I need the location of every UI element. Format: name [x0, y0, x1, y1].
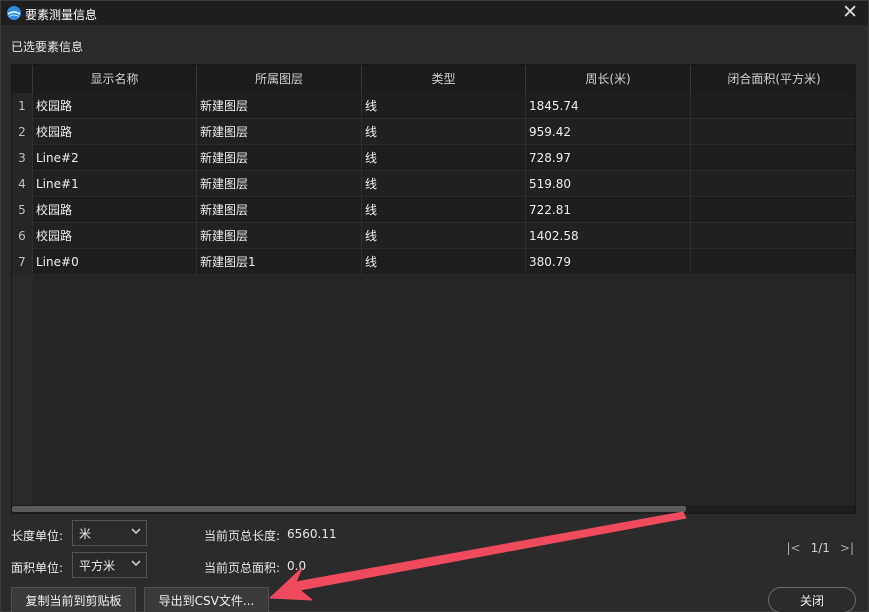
- chevron-down-icon: [131, 528, 141, 534]
- first-page-icon[interactable]: |<: [786, 541, 800, 555]
- last-page-icon[interactable]: >|: [840, 541, 854, 555]
- copy-to-clipboard-button[interactable]: 复制当前到剪贴板: [11, 587, 136, 612]
- cell-type[interactable]: 线: [362, 223, 526, 249]
- cell-perimeter[interactable]: 519.80: [526, 171, 691, 197]
- cell-perimeter[interactable]: 728.97: [526, 145, 691, 171]
- cell-name[interactable]: 校园路: [33, 93, 197, 119]
- cell-perimeter[interactable]: 1845.74: [526, 93, 691, 119]
- area-unit-select[interactable]: 平方米: [72, 552, 147, 578]
- table-body: 1 校园路 新建图层 线 1845.74 2 校园路 新建图层 线 959.42…: [12, 93, 855, 275]
- table-row[interactable]: 2 校园路 新建图层 线 959.42: [12, 119, 855, 145]
- cell-area[interactable]: [691, 171, 855, 197]
- total-area-value: 0.0: [287, 559, 307, 573]
- length-unit-select[interactable]: 米: [72, 520, 147, 546]
- total-length-value: 6560.11: [287, 527, 337, 541]
- table-row[interactable]: 1 校园路 新建图层 线 1845.74: [12, 93, 855, 119]
- row-number: 4: [12, 171, 33, 197]
- row-number: 3: [12, 145, 33, 171]
- measurement-dialog: 要素测量信息 ✕ 已选要素信息 显示名称 所属图层 类型 周长(米) 闭合面积(…: [0, 0, 869, 612]
- table-row[interactable]: 3 Line#2 新建图层 线 728.97: [12, 145, 855, 171]
- cell-type[interactable]: 线: [362, 249, 526, 275]
- table-row[interactable]: 6 校园路 新建图层 线 1402.58: [12, 223, 855, 249]
- column-header-layer[interactable]: 所属图层: [197, 65, 362, 93]
- features-table: 显示名称 所属图层 类型 周长(米) 闭合面积(平方米) 1 校园路 新建图层 …: [11, 64, 856, 514]
- cell-layer[interactable]: 新建图层: [197, 93, 362, 119]
- cell-name[interactable]: 校园路: [33, 223, 197, 249]
- cell-type[interactable]: 线: [362, 93, 526, 119]
- cell-perimeter[interactable]: 380.79: [526, 249, 691, 275]
- chevron-down-icon: [131, 560, 141, 566]
- close-icon[interactable]: ✕: [842, 2, 858, 22]
- total-area-label: 当前页总面积:: [204, 561, 281, 575]
- table-header: 显示名称 所属图层 类型 周长(米) 闭合面积(平方米): [12, 65, 855, 93]
- section-label: 已选要素信息: [11, 40, 84, 54]
- cell-layer[interactable]: 新建图层: [197, 119, 362, 145]
- cell-name[interactable]: 校园路: [33, 119, 197, 145]
- cell-area[interactable]: [691, 249, 855, 275]
- area-unit-label: 面积单位:: [11, 561, 64, 575]
- column-header-name[interactable]: 显示名称: [33, 65, 197, 93]
- window-title: 要素测量信息: [25, 8, 98, 22]
- cell-area[interactable]: [691, 223, 855, 249]
- cell-area[interactable]: [691, 119, 855, 145]
- cell-layer[interactable]: 新建图层1: [197, 249, 362, 275]
- cell-layer[interactable]: 新建图层: [197, 223, 362, 249]
- cell-perimeter[interactable]: 722.81: [526, 197, 691, 223]
- column-header-type[interactable]: 类型: [362, 65, 526, 93]
- cell-area[interactable]: [691, 197, 855, 223]
- column-header-perimeter[interactable]: 周长(米): [526, 65, 691, 93]
- cell-name[interactable]: 校园路: [33, 197, 197, 223]
- row-number: 5: [12, 197, 33, 223]
- header-corner: [12, 65, 33, 93]
- cell-layer[interactable]: 新建图层: [197, 145, 362, 171]
- cell-area[interactable]: [691, 93, 855, 119]
- row-number: 7: [12, 249, 33, 275]
- cell-type[interactable]: 线: [362, 197, 526, 223]
- cell-name[interactable]: Line#1: [33, 171, 197, 197]
- cell-perimeter[interactable]: 959.42: [526, 119, 691, 145]
- close-button[interactable]: 关闭: [768, 587, 856, 612]
- page-indicator: 1/1: [810, 541, 830, 555]
- cell-area[interactable]: [691, 145, 855, 171]
- cell-perimeter[interactable]: 1402.58: [526, 223, 691, 249]
- app-globe-icon: [7, 6, 21, 20]
- scrollbar-thumb[interactable]: [12, 506, 686, 512]
- cell-type[interactable]: 线: [362, 119, 526, 145]
- row-number: 2: [12, 119, 33, 145]
- total-length-label: 当前页总长度:: [204, 529, 281, 543]
- length-unit-label: 长度单位:: [11, 529, 64, 543]
- horizontal-scrollbar[interactable]: [12, 505, 855, 513]
- cell-name[interactable]: Line#0: [33, 249, 197, 275]
- row-number: 1: [12, 93, 33, 119]
- row-header-gutter: [12, 275, 33, 513]
- area-unit-value: 平方米: [79, 558, 116, 573]
- export-csv-button[interactable]: 导出到CSV文件...: [144, 587, 269, 612]
- row-number: 6: [12, 223, 33, 249]
- table-row[interactable]: 4 Line#1 新建图层 线 519.80: [12, 171, 855, 197]
- length-unit-value: 米: [79, 526, 92, 541]
- cell-name[interactable]: Line#2: [33, 145, 197, 171]
- cell-layer[interactable]: 新建图层: [197, 197, 362, 223]
- table-row[interactable]: 7 Line#0 新建图层1 线 380.79: [12, 249, 855, 275]
- title-bar: 要素测量信息 ✕: [1, 1, 868, 25]
- table-row[interactable]: 5 校园路 新建图层 线 722.81: [12, 197, 855, 223]
- column-header-area[interactable]: 闭合面积(平方米): [691, 65, 855, 93]
- cell-layer[interactable]: 新建图层: [197, 171, 362, 197]
- cell-type[interactable]: 线: [362, 145, 526, 171]
- pager: |< 1/1 >|: [786, 541, 854, 555]
- cell-type[interactable]: 线: [362, 171, 526, 197]
